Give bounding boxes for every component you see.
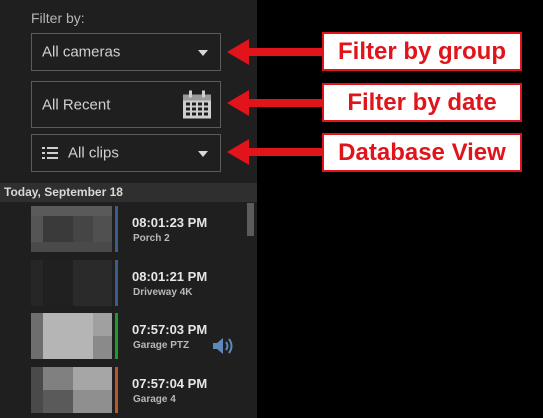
clip-camera-name: Driveway 4K	[133, 287, 193, 298]
clip-thumbnail	[31, 367, 112, 413]
annotation-arrow-date	[227, 90, 325, 116]
clip-thumbnail	[31, 206, 112, 252]
chevron-down-icon	[198, 50, 208, 56]
clip-color-bar	[115, 206, 118, 252]
clip-item[interactable]: 08:01:23 PM Porch 2	[0, 206, 247, 256]
clip-time: 07:57:04 PM	[132, 376, 208, 391]
annotation-filter-by-group: Filter by group	[322, 32, 522, 71]
clip-time: 07:57:03 PM	[132, 322, 208, 337]
clip-time: 08:01:23 PM	[132, 215, 208, 230]
clip-camera-name: Garage PTZ	[133, 340, 190, 351]
clip-thumbnail	[31, 260, 112, 306]
filter-title: Filter by:	[31, 10, 85, 26]
clip-color-bar	[115, 367, 118, 413]
clip-item[interactable]: 07:57:03 PM Garage PTZ	[0, 313, 247, 363]
database-view-dropdown[interactable]: All clips	[31, 134, 221, 172]
database-view-value: All clips	[68, 144, 119, 162]
calendar-icon[interactable]	[182, 90, 212, 119]
list-icon	[42, 147, 58, 159]
camera-group-dropdown[interactable]: All cameras	[31, 33, 221, 71]
date-filter-value: All Recent	[42, 96, 111, 113]
date-filter-picker[interactable]: All Recent	[31, 81, 221, 128]
annotation-database-view: Database View	[322, 133, 522, 172]
clip-camera-name: Garage 4	[133, 394, 176, 405]
chevron-down-icon	[198, 151, 208, 157]
annotation-arrow-view	[227, 139, 325, 165]
speaker-icon	[213, 338, 233, 354]
clip-time: 08:01:21 PM	[132, 269, 208, 284]
date-header: Today, September 18	[0, 183, 257, 202]
clip-item[interactable]: 07:57:04 PM Garage 4	[0, 367, 247, 417]
scrollbar[interactable]	[247, 203, 254, 236]
clip-thumbnail	[31, 313, 112, 359]
clip-color-bar	[115, 260, 118, 306]
clip-camera-name: Porch 2	[133, 233, 170, 244]
clip-color-bar	[115, 313, 118, 359]
clips-panel: Filter by: All cameras All Recent All cl…	[0, 0, 257, 418]
annotation-arrow-group	[227, 39, 325, 65]
camera-group-value: All cameras	[42, 43, 121, 61]
clip-item[interactable]: 08:01:21 PM Driveway 4K	[0, 260, 247, 310]
annotation-filter-by-date: Filter by date	[322, 83, 522, 122]
